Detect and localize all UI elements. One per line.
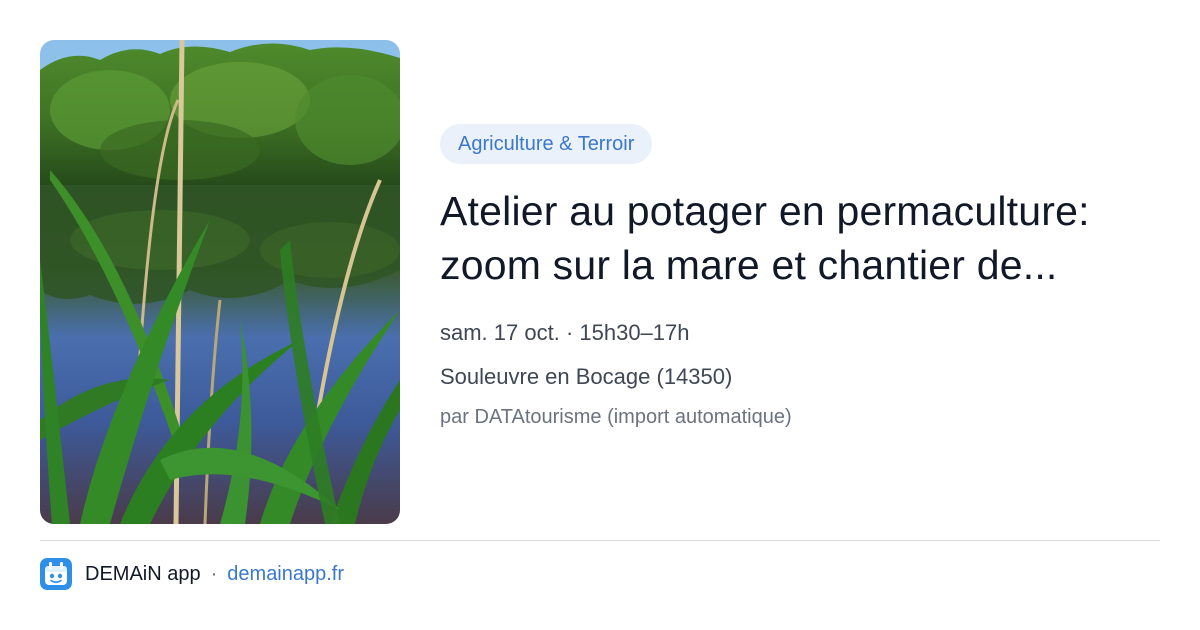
event-datetime: sam. 17 oct. · 15h30–17h bbox=[440, 320, 690, 345]
event-photo bbox=[40, 40, 400, 524]
footer-divider bbox=[40, 540, 1160, 541]
footer: DEMAiN app · demainapp.fr bbox=[40, 557, 344, 591]
event-title-line-2: zoom sur la mare et chantier de... bbox=[440, 242, 1058, 288]
event-location: Souleuvre en Bocage (14350) bbox=[440, 364, 733, 389]
event-details: Agriculture & Terroir Atelier au potager… bbox=[440, 124, 1160, 431]
demain-app-logo-icon bbox=[40, 558, 72, 590]
event-card[interactable]: Agriculture & Terroir Atelier au potager… bbox=[0, 0, 1200, 630]
event-source: par DATAtourisme (import automatique) bbox=[440, 406, 792, 428]
event-title[interactable]: Atelier au potager en permaculture: zoom… bbox=[440, 184, 1160, 292]
app-name: DEMAiN app bbox=[85, 562, 201, 585]
pond-reeds-image bbox=[40, 40, 400, 524]
category-badge[interactable]: Agriculture & Terroir bbox=[440, 124, 653, 164]
app-url-link[interactable]: demainapp.fr bbox=[227, 563, 344, 586]
footer-separator: · bbox=[210, 562, 218, 585]
event-title-line-1: Atelier au potager en permaculture: bbox=[440, 188, 1090, 234]
